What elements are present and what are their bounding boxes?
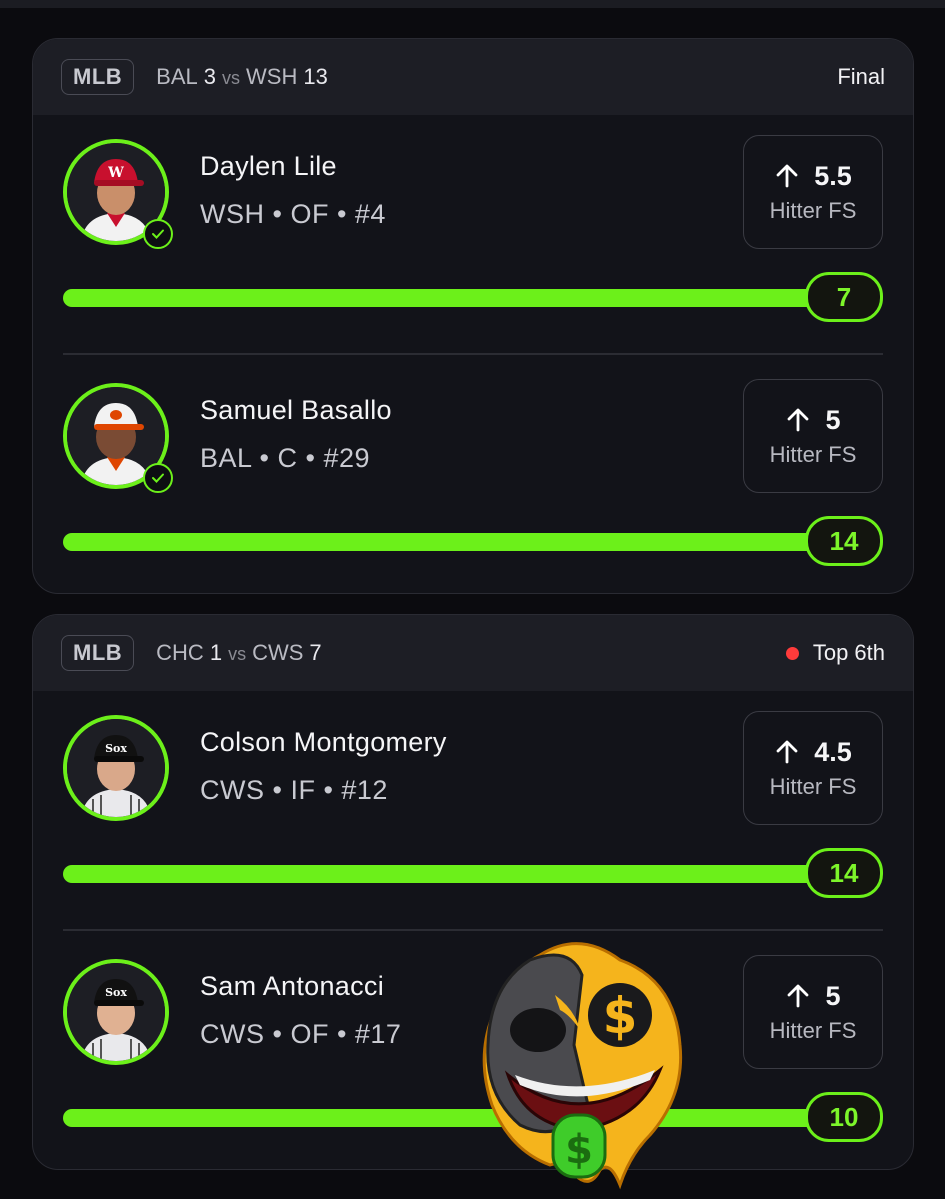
prop-line: 5 bbox=[825, 404, 841, 435]
arrow-up-icon bbox=[788, 408, 809, 432]
away-team: CHC bbox=[156, 640, 204, 665]
arrow-up-icon bbox=[776, 164, 798, 188]
prop-line: 4.5 bbox=[814, 736, 852, 767]
player-name[interactable]: Colson Montgomery bbox=[200, 727, 447, 758]
svg-text:W: W bbox=[107, 165, 124, 181]
player-meta: BAL • C • #29 bbox=[200, 443, 370, 473]
progress-fill bbox=[63, 1109, 823, 1127]
verified-check-icon bbox=[143, 219, 173, 249]
svg-text:$: $ bbox=[565, 1127, 593, 1173]
prop-line-box[interactable]: 5 Hitter FS bbox=[743, 379, 883, 493]
vs-label: vs bbox=[222, 68, 240, 88]
player-avatar: Sox bbox=[63, 959, 169, 1065]
game-status: Final bbox=[837, 64, 885, 90]
prop-line-box[interactable]: 5 Hitter FS bbox=[743, 955, 883, 1069]
arrow-up-icon bbox=[788, 984, 809, 1008]
player-name[interactable]: Daylen Lile bbox=[200, 151, 337, 182]
player-meta: CWS • OF • #17 bbox=[200, 1019, 402, 1049]
prop-line-box[interactable]: 5.5 Hitter FS bbox=[743, 135, 883, 249]
current-value: 7 bbox=[805, 272, 883, 322]
current-value: 14 bbox=[805, 516, 883, 566]
player-avatar: Sox bbox=[63, 715, 169, 821]
prop-line-box[interactable]: 4.5 Hitter FS bbox=[743, 711, 883, 825]
current-value: 14 bbox=[805, 848, 883, 898]
player-meta: WSH • OF • #4 bbox=[200, 199, 386, 229]
home-score: 7 bbox=[309, 640, 322, 665]
arrow-up-icon bbox=[776, 740, 798, 764]
game-status: Top 6th bbox=[785, 640, 885, 666]
progress-bar: 14 bbox=[63, 848, 883, 898]
matchup: CHC 1 vs CWS 7 bbox=[156, 640, 322, 666]
player-row[interactable]: Sox Colson Montgomery CWS • IF • #12 4.5… bbox=[33, 691, 913, 935]
player-row[interactable]: W Daylen Lile WSH • OF • #4 5.5 Hitter F… bbox=[33, 115, 913, 359]
player-headshot-icon: Sox bbox=[67, 963, 165, 1061]
away-score: 3 bbox=[203, 64, 216, 89]
away-score: 1 bbox=[209, 640, 223, 665]
league-badge: MLB bbox=[61, 635, 135, 671]
money-face-sticker-icon: $ $ bbox=[482, 942, 683, 1190]
verified-check-icon bbox=[143, 463, 173, 493]
home-score: 13 bbox=[303, 64, 328, 89]
prop-line: 5.5 bbox=[814, 160, 852, 191]
home-team: CWS bbox=[252, 640, 304, 665]
prop-stat: Hitter FS bbox=[769, 197, 857, 223]
progress-fill bbox=[63, 533, 823, 551]
divider bbox=[63, 929, 883, 931]
game-card[interactable]: MLB BAL 3 vs WSH 13 Final W Daylen Lile … bbox=[32, 38, 914, 594]
prop-stat: Hitter FS bbox=[769, 773, 857, 799]
progress-bar: 7 bbox=[63, 272, 883, 322]
league-badge: MLB bbox=[61, 59, 135, 95]
game-header: MLB CHC 1 vs CWS 7 Top 6th bbox=[33, 615, 913, 691]
home-team: WSH bbox=[246, 64, 298, 89]
player-row[interactable]: Samuel Basallo BAL • C • #29 5 Hitter FS… bbox=[33, 359, 913, 593]
prop-line: 5 bbox=[825, 980, 841, 1011]
live-indicator-icon bbox=[785, 646, 799, 660]
player-meta: CWS • IF • #12 bbox=[200, 775, 388, 805]
away-team: BAL bbox=[156, 64, 198, 89]
progress-fill bbox=[63, 865, 823, 883]
prop-stat: Hitter FS bbox=[769, 1017, 857, 1043]
prop-stat: Hitter FS bbox=[769, 441, 857, 467]
svg-text:Sox: Sox bbox=[105, 742, 127, 755]
svg-text:$: $ bbox=[603, 987, 638, 1045]
top-bar bbox=[0, 0, 945, 8]
game-header: MLB BAL 3 vs WSH 13 Final bbox=[33, 39, 913, 115]
player-headshot-icon: Sox bbox=[67, 719, 165, 817]
player-name[interactable]: Sam Antonacci bbox=[200, 971, 384, 1002]
progress-fill bbox=[63, 289, 823, 307]
player-name[interactable]: Samuel Basallo bbox=[200, 395, 392, 426]
current-value: 10 bbox=[805, 1092, 883, 1142]
divider bbox=[63, 353, 883, 355]
game-status-text: Top 6th bbox=[812, 640, 885, 665]
matchup: BAL 3 vs WSH 13 bbox=[156, 64, 328, 90]
vs-label: vs bbox=[228, 644, 247, 664]
svg-text:Sox: Sox bbox=[105, 986, 127, 999]
progress-bar: 14 bbox=[63, 516, 883, 566]
game-status-text: Final bbox=[837, 64, 885, 89]
